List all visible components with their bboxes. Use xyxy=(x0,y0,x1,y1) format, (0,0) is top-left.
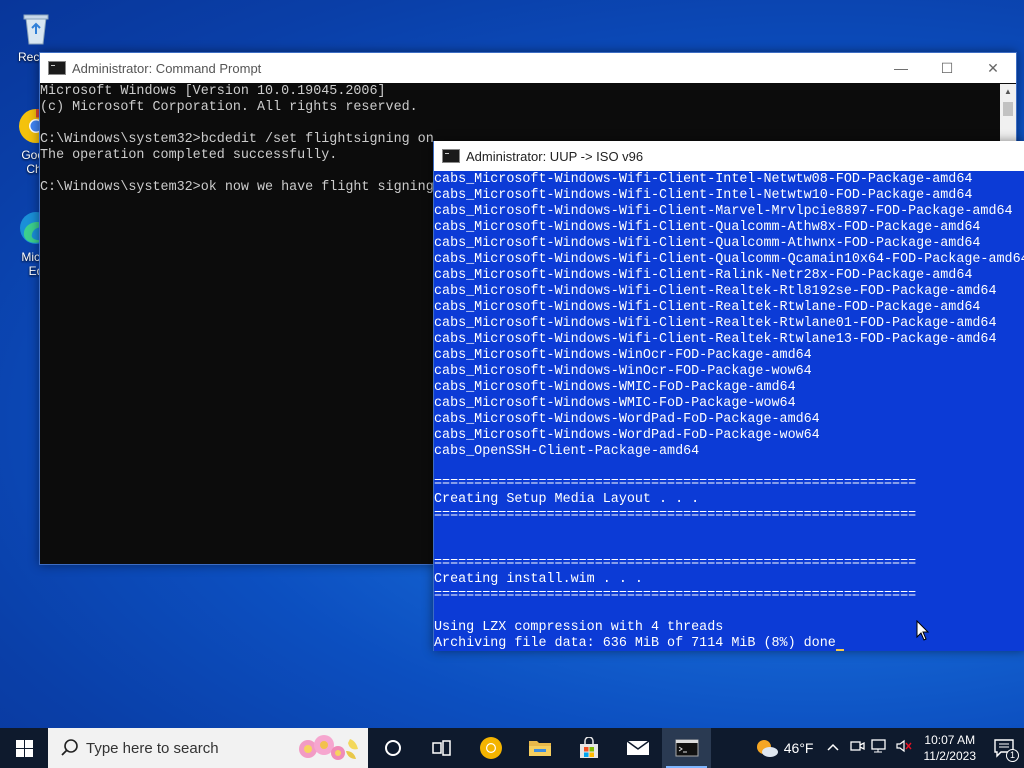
console-line: cabs_Microsoft-Windows-WinOcr-FOD-Packag… xyxy=(434,364,812,379)
scroll-up-arrow-icon[interactable]: ▲ xyxy=(1000,84,1016,100)
meet-now-button[interactable] xyxy=(846,738,868,759)
windows-logo-icon xyxy=(15,739,33,757)
uup-console-output[interactable]: cabs_Microsoft-Windows-Wifi-Client-Intel… xyxy=(434,172,1024,651)
console-line: cabs_Microsoft-Windows-Wifi-Client-Realt… xyxy=(434,284,997,299)
volume-button[interactable] xyxy=(892,738,916,759)
notification-count-badge: 1 xyxy=(1006,749,1019,762)
uup-iso-window[interactable]: Administrator: UUP -> ISO v96 cabs_Micro… xyxy=(433,141,1024,651)
uup-window-icon xyxy=(442,149,460,163)
cmd-close-button[interactable]: ✕ xyxy=(970,53,1016,83)
weather-temperature: 46°F xyxy=(783,740,814,756)
console-line: Microsoft Windows [Version 10.0.19045.20… xyxy=(40,84,386,99)
close-icon: ✕ xyxy=(987,59,999,76)
taskbar-store-button[interactable] xyxy=(564,728,613,768)
chrome-taskbar-icon xyxy=(479,737,502,759)
console-line: cabs_Microsoft-Windows-WordPad-FoD-Packa… xyxy=(434,428,820,443)
cmd-titlebar[interactable]: Administrator: Command Prompt xyxy=(40,53,1016,83)
console-line: ========================================… xyxy=(434,476,917,491)
taskbar-clock[interactable]: 10:07 AM 11/2/2023 xyxy=(916,732,985,764)
console-line: Creating install.wim . . . xyxy=(434,572,643,587)
uup-window-title: Administrator: UUP -> ISO v96 xyxy=(466,148,644,164)
console-line: cabs_Microsoft-Windows-Wifi-Client-Ralin… xyxy=(434,268,973,283)
network-ethernet-icon xyxy=(870,738,886,752)
clock-time: 10:07 AM xyxy=(924,733,976,747)
scrollbar-thumb[interactable] xyxy=(1003,102,1013,116)
taskbar-search-box[interactable]: Type here to search xyxy=(48,728,368,768)
cortana-button[interactable] xyxy=(368,728,417,768)
microsoft-store-icon xyxy=(579,737,598,758)
console-line: cabs_Microsoft-Windows-WMIC-FoD-Package-… xyxy=(434,396,796,411)
clock-date: 11/2/2023 xyxy=(923,749,977,763)
taskbar-command-prompt-button[interactable] xyxy=(662,728,711,768)
meet-now-icon xyxy=(849,740,865,751)
console-line: Using LZX compression with 4 threads xyxy=(434,620,724,635)
console-line: cabs_Microsoft-Windows-Wifi-Client-Realt… xyxy=(434,316,997,331)
system-tray: 46°F 10:07 AM 11/2/2023 1 xyxy=(748,728,1024,768)
action-center-button[interactable]: 1 xyxy=(984,728,1024,768)
console-line: cabs_Microsoft-Windows-Wifi-Client-Qualc… xyxy=(434,236,981,251)
console-line: Archiving file data: 636 MiB of 7114 MiB… xyxy=(434,636,1024,651)
volume-muted-icon xyxy=(895,739,912,752)
task-view-button[interactable] xyxy=(417,728,466,768)
cmd-minimize-button[interactable]: — xyxy=(878,53,924,83)
console-line: cabs_Microsoft-Windows-Wifi-Client-Qualc… xyxy=(434,252,1024,267)
taskbar-chrome-button[interactable] xyxy=(466,728,515,768)
console-line: ========================================… xyxy=(434,508,917,523)
taskbar-file-explorer-button[interactable] xyxy=(515,728,564,768)
console-line: cabs_Microsoft-Windows-Wifi-Client-Intel… xyxy=(434,188,973,203)
cortana-circle-icon xyxy=(384,740,401,756)
task-view-icon xyxy=(431,740,451,756)
uup-titlebar[interactable]: Administrator: UUP -> ISO v96 xyxy=(434,141,1024,171)
maximize-icon: ☐ xyxy=(940,59,954,76)
console-line: ========================================… xyxy=(434,588,917,603)
mail-icon xyxy=(626,740,649,755)
console-line: (c) Microsoft Corporation. All rights re… xyxy=(40,100,418,115)
console-line: cabs_Microsoft-Windows-Wifi-Client-Qualc… xyxy=(434,220,981,235)
search-icon xyxy=(61,739,78,756)
console-line: cabs_Microsoft-Windows-WordPad-FoD-Packa… xyxy=(434,412,820,427)
weather-partly-sunny-icon xyxy=(756,740,778,757)
console-line: cabs_OpenSSH-Client-Package-amd64 xyxy=(434,444,700,459)
minimize-icon: — xyxy=(894,60,908,76)
cmd-maximize-button[interactable]: ☐ xyxy=(924,53,970,83)
console-line: Creating Setup Media Layout . . . xyxy=(434,492,700,507)
cmd-window-icon xyxy=(48,61,66,75)
taskbar: Type here to search 46°F 10:07 AM 11/2/2… xyxy=(0,728,1024,768)
cmd-window-title: Administrator: Command Prompt xyxy=(72,60,262,76)
recycle-bin-icon xyxy=(16,8,56,48)
console-line: cabs_Microsoft-Windows-Wifi-Client-Marve… xyxy=(434,204,1013,219)
console-line: cabs_Microsoft-Windows-Wifi-Client-Intel… xyxy=(434,172,973,187)
taskbar-mail-button[interactable] xyxy=(613,728,662,768)
start-button[interactable] xyxy=(0,728,48,768)
console-line: cabs_Microsoft-Windows-Wifi-Client-Realt… xyxy=(434,300,981,315)
console-line: cabs_Microsoft-Windows-Wifi-Client-Realt… xyxy=(434,332,997,347)
console-line: ========================================… xyxy=(434,556,917,571)
show-hidden-icons-button[interactable] xyxy=(820,739,846,757)
network-button[interactable] xyxy=(868,738,892,759)
chevron-up-icon xyxy=(826,743,839,751)
search-placeholder: Type here to search xyxy=(86,739,219,757)
weather-widget[interactable]: 46°F xyxy=(748,737,820,759)
folder-icon xyxy=(528,741,551,756)
command-prompt-icon xyxy=(675,739,698,757)
search-highlight-flowers-icon xyxy=(299,735,358,760)
console-line: cabs_Microsoft-Windows-WinOcr-FOD-Packag… xyxy=(434,348,812,363)
text-cursor xyxy=(835,649,844,651)
console-line: cabs_Microsoft-Windows-WMIC-FoD-Package-… xyxy=(434,380,796,395)
